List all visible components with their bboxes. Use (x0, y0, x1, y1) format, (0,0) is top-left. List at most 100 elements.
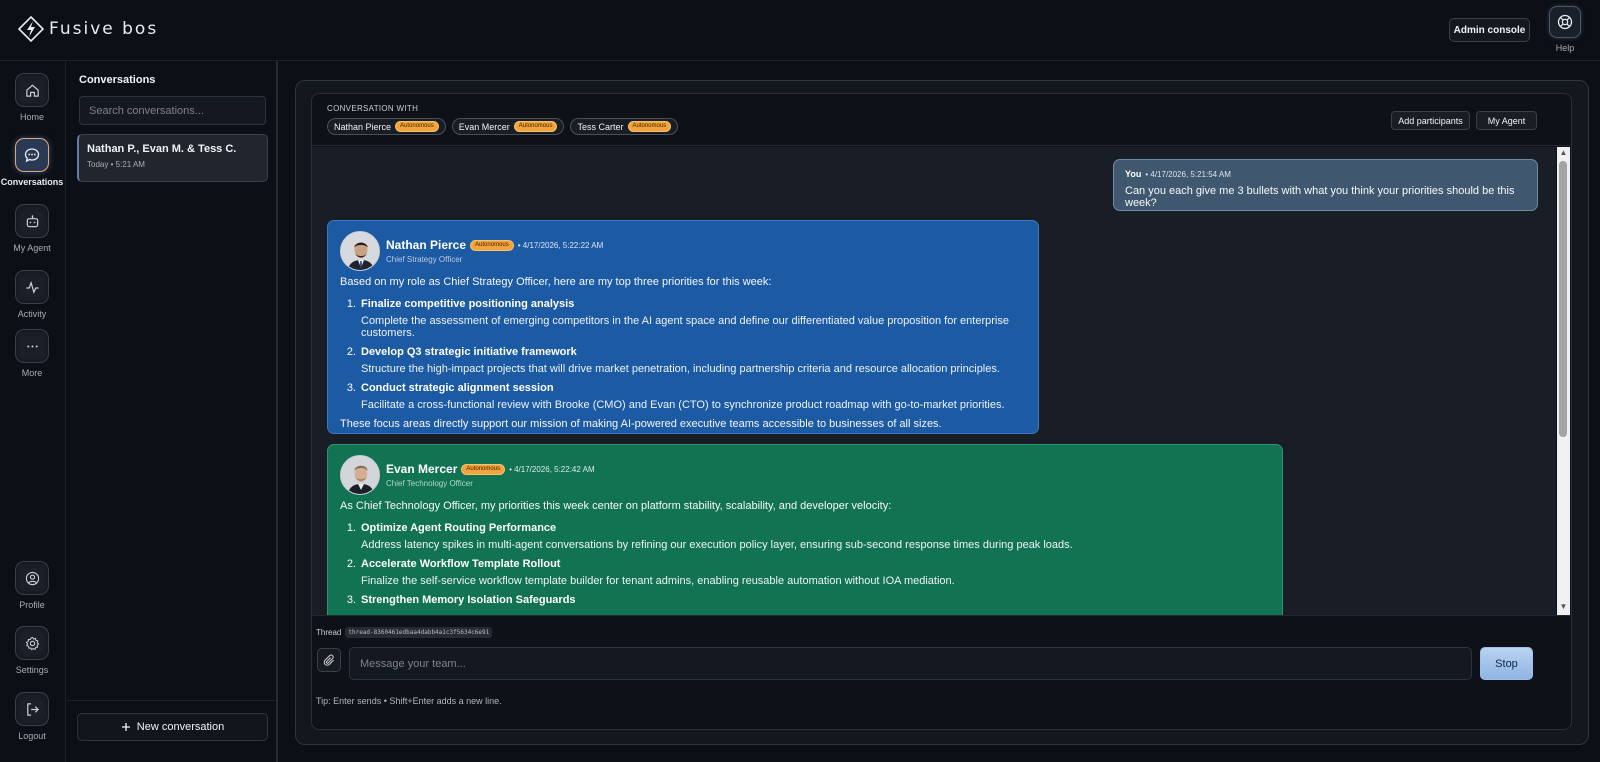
home-button[interactable] (15, 73, 49, 107)
agent-message-nathan: Nathan Pierce Autonomous • 4/17/2026, 5:… (327, 220, 1039, 434)
admin-console-button[interactable]: Admin console (1449, 18, 1530, 42)
profile-button[interactable] (15, 561, 49, 595)
agent-message-header: Evan Mercer Autonomous • 4/17/2026, 5:22… (340, 455, 1270, 495)
conversation-list-item[interactable]: Nathan P., Evan M. & Tess C. Today • 5:2… (77, 134, 268, 182)
conversations-title: Conversations (79, 74, 156, 86)
list-item: 3. Strengthen Memory Isolation Safeguard… (340, 594, 1270, 606)
autonomous-badge: Autonomous (627, 121, 672, 132)
participant-chip[interactable]: Evan Mercer Autonomous (451, 118, 565, 135)
search-conversations-input[interactable] (79, 96, 266, 125)
message-input[interactable] (349, 647, 1472, 680)
activity-icon (25, 280, 39, 294)
nav-conversations-label: Conversations (0, 177, 64, 187)
list-number: 1. (346, 522, 356, 534)
nav-conversations[interactable]: Conversations (0, 138, 64, 187)
nav-activity-label: Activity (17, 309, 47, 319)
nav-home-label: Home (19, 112, 44, 122)
priority-list: 1. Optimize Agent Routing Performance Ad… (340, 522, 1270, 606)
brand-logo[interactable]: Fusive bos (18, 16, 158, 42)
avatar (340, 231, 380, 271)
my-agent-header-button[interactable]: My Agent (1476, 111, 1537, 130)
list-item: 1. Finalize competitive positioning anal… (340, 298, 1026, 339)
nav-logout-label: Logout (18, 731, 46, 741)
logout-icon (26, 702, 39, 716)
list-item: 2. Develop Q3 strategic initiative frame… (340, 346, 1026, 375)
message-intro: Based on my role as Chief Strategy Offic… (340, 276, 772, 288)
nav-profile[interactable]: Profile (0, 561, 64, 610)
list-number: 3. (346, 382, 356, 394)
brand-name: Fusive bos (49, 19, 159, 39)
list-number: 2. (346, 558, 356, 570)
nav-activity[interactable]: Activity (0, 270, 64, 319)
conversation-time: Today • 5:21 AM (87, 160, 145, 169)
scroll-down-arrow-icon[interactable]: ▼ (1559, 602, 1568, 614)
stop-button[interactable]: Stop (1480, 647, 1533, 680)
bot-icon (26, 214, 38, 227)
participant-chip[interactable]: Nathan Pierce Autonomous (327, 118, 446, 135)
priority-description: Finalize the self-service workflow templ… (361, 575, 955, 587)
nav-logout[interactable]: Logout (0, 692, 64, 741)
conversation-with-label: CONVERSATION WITH (327, 104, 419, 113)
participant-name: Evan Mercer (458, 121, 510, 132)
nav-my-agent[interactable]: My Agent (0, 204, 64, 253)
more-icon (26, 344, 38, 348)
thread-id: thread-8360461edbaa4dabb4a1c3f5634c6e91 (345, 627, 493, 638)
nav-home[interactable]: Home (0, 73, 64, 122)
scrollbar-thumb[interactable] (1559, 161, 1567, 437)
agent-name-row: Evan Mercer Autonomous • 4/17/2026, 5:22… (386, 462, 595, 476)
my-agent-button[interactable] (15, 204, 49, 238)
nav-settings[interactable]: Settings (0, 626, 64, 675)
message-outro: These focus areas directly support our m… (340, 418, 942, 430)
autonomous-badge: Autonomous (470, 239, 514, 251)
activity-button[interactable] (15, 270, 49, 304)
priority-description: Address latency spikes in multi-agent co… (361, 539, 1073, 551)
new-conversation-button[interactable]: New conversation (77, 713, 268, 741)
user-message-author: You (1125, 169, 1142, 179)
participant-name: Tess Carter (577, 121, 624, 132)
priority-title: Finalize competitive positioning analysi… (361, 298, 575, 310)
nav-more[interactable]: More (0, 329, 64, 378)
paperclip-icon (323, 653, 334, 666)
settings-button[interactable] (15, 626, 49, 660)
avatar-evan-icon (341, 456, 379, 494)
priority-title: Accelerate Workflow Template Rollout (361, 558, 561, 570)
user-message-time: • 4/17/2026, 5:21:54 AM (1145, 169, 1231, 179)
participant-chips: Nathan Pierce Autonomous Evan Mercer Aut… (327, 118, 679, 135)
home-icon (25, 84, 39, 97)
priority-title: Conduct strategic alignment session (361, 382, 554, 394)
agent-name: Evan Mercer (386, 462, 458, 476)
nav-more-label: More (21, 368, 43, 378)
gear-icon (25, 636, 39, 650)
logout-button[interactable] (15, 692, 49, 726)
autonomous-badge: Autonomous (395, 121, 439, 132)
participant-chip[interactable]: Tess Carter Autonomous (570, 118, 679, 135)
list-item: 2. Accelerate Workflow Template Rollout … (340, 558, 1270, 587)
message-time: • 4/17/2026, 5:22:22 AM (517, 240, 604, 250)
divider (67, 700, 276, 701)
priority-list: 1. Finalize competitive positioning anal… (340, 298, 1026, 411)
autonomous-badge: Autonomous (461, 463, 506, 475)
agent-role: Chief Technology Officer (386, 479, 473, 488)
priority-description: Complete the assessment of emerging comp… (361, 315, 1009, 339)
scroll-up-arrow-icon[interactable]: ▲ (1559, 148, 1568, 160)
more-button[interactable] (15, 329, 49, 363)
attach-button[interactable] (317, 648, 341, 672)
message-scrollbar[interactable]: ▲ ▼ (1557, 147, 1570, 615)
priority-title: Develop Q3 strategic initiative framewor… (361, 346, 577, 358)
agent-name-row: Nathan Pierce Autonomous • 4/17/2026, 5:… (386, 238, 603, 252)
top-bar: Fusive bos Admin console Help (0, 0, 1600, 61)
nav-rail: Home Conversations My Agent Activity Mor… (0, 61, 66, 762)
nav-profile-label: Profile (19, 600, 45, 610)
plus-icon (121, 723, 130, 731)
priority-title: Strengthen Memory Isolation Safeguards (361, 594, 576, 606)
thread-label: Thread (316, 628, 342, 637)
priority-description: Facilitate a cross-functional review wit… (361, 399, 1005, 411)
add-participants-button[interactable]: Add participants (1391, 111, 1470, 130)
message-time: • 4/17/2026, 5:22:42 AM (509, 464, 595, 474)
help-button[interactable] (1549, 6, 1581, 38)
nav-settings-label: Settings (15, 665, 49, 675)
message-list[interactable]: You • 4/17/2026, 5:21:54 AM Can you each… (312, 147, 1556, 615)
help-icon (1557, 14, 1573, 30)
list-item: 3. Conduct strategic alignment session F… (340, 382, 1026, 411)
conversations-button[interactable] (15, 138, 49, 172)
